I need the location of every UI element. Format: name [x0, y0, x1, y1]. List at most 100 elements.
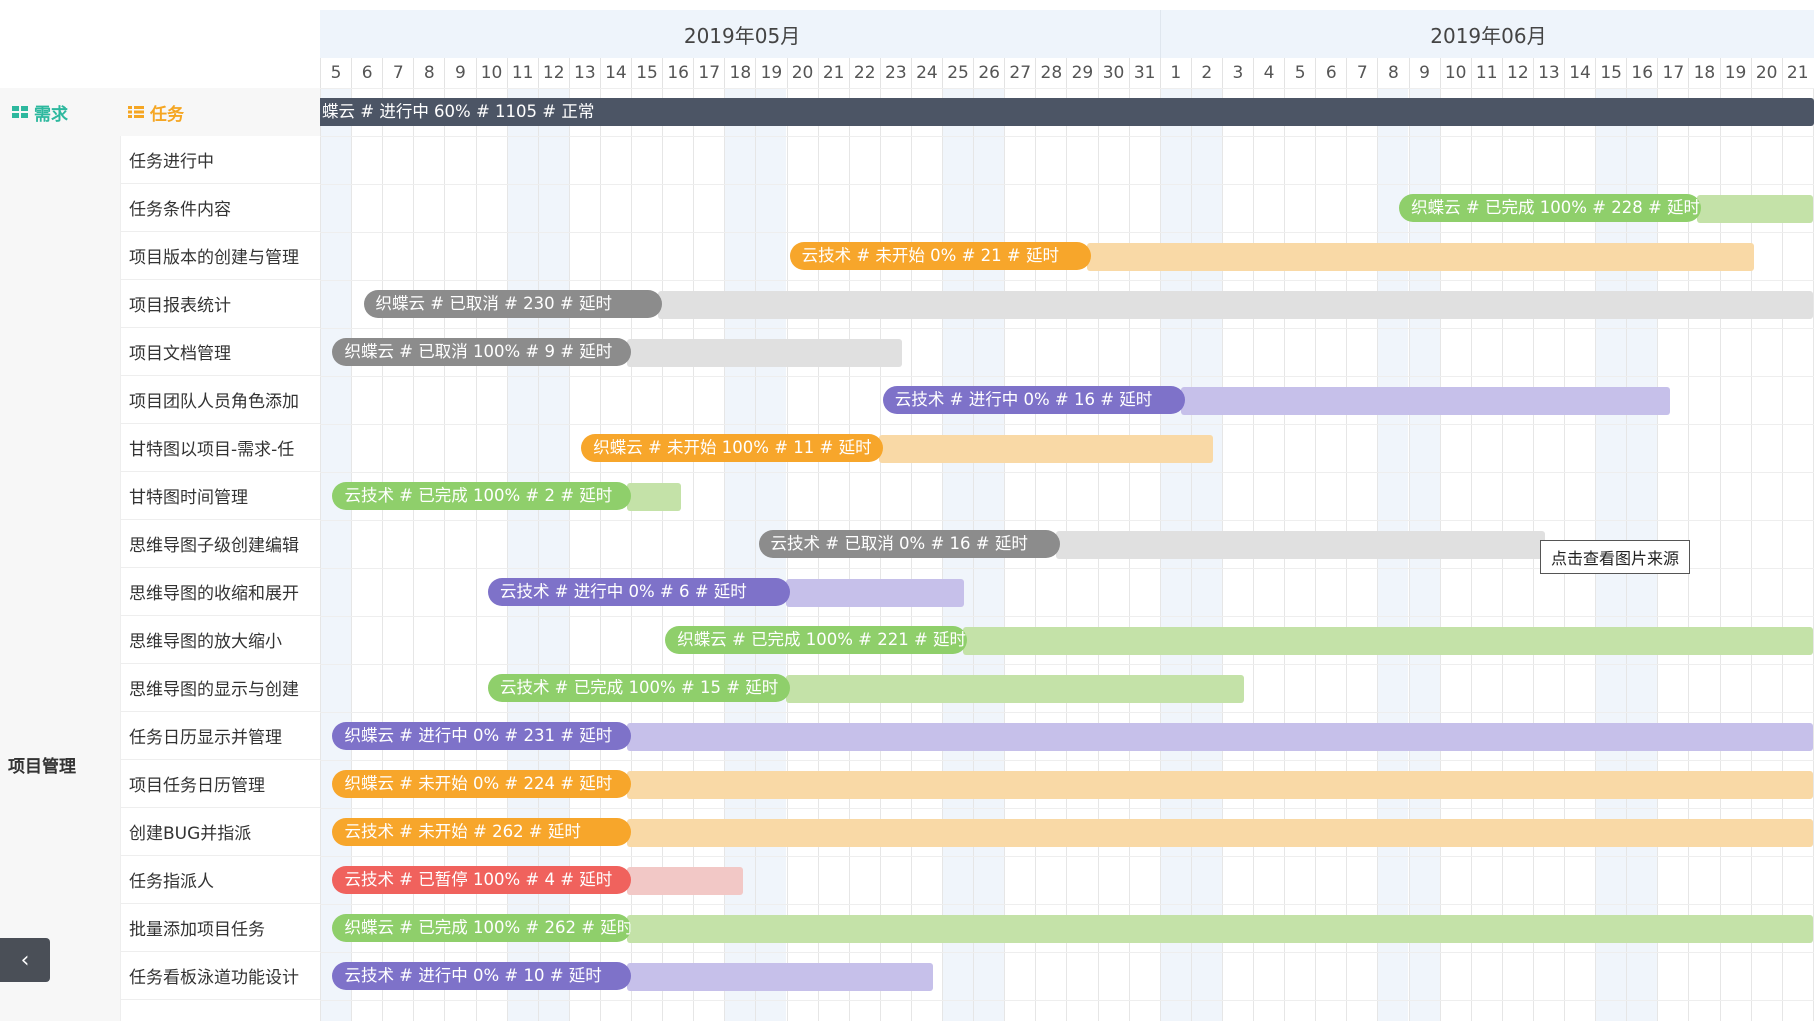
requirement-column-header[interactable]: 需求 — [0, 88, 120, 136]
task-name: 任务看板泳道功能设计 — [129, 968, 299, 988]
collapse-panel-button[interactable]: ‹ — [0, 938, 50, 982]
task-row[interactable]: 任务看板泳道功能设计 — [121, 952, 321, 1000]
day-label: 15 — [631, 58, 662, 88]
task-row[interactable]: 项目报表统计 — [121, 280, 321, 328]
gantt-app: 需求 任务 项目管理 任务进行中任务条件内容 项目版本的创建与管理项目报表统计项目… — [0, 0, 1814, 1021]
task-row[interactable]: 项目任务日历管理 — [121, 760, 321, 808]
task-row[interactable]: 思维导图的收缩和展开 — [121, 568, 321, 616]
day-label: 19 — [755, 58, 786, 88]
task-bar-label[interactable]: 织蝶云 # 已取消 # 230 # 延时 — [363, 290, 663, 318]
task-row[interactable]: 项目版本的创建与管理 — [121, 232, 321, 280]
grid-hline — [320, 1000, 1814, 1001]
task-bar-duration[interactable] — [627, 483, 681, 511]
task-header-label: 任务 — [150, 104, 184, 125]
grid-hline — [320, 664, 1814, 665]
task-bar-label[interactable]: 云技术 # 进行中 0% # 10 # 延时 — [332, 962, 631, 990]
task-bar-label[interactable]: 云技术 # 已暂停 100% # 4 # 延时 — [332, 866, 631, 894]
task-bar-label[interactable]: 织蝶云 # 已完成 100% # 221 # 延时 — [665, 626, 967, 654]
task-bar-duration[interactable] — [1056, 531, 1546, 559]
day-label: 12 — [1501, 58, 1533, 88]
task-bar-label[interactable]: 织蝶云 # 进行中 0% # 231 # 延时 — [332, 722, 631, 750]
task-name: 批量添加项目任务 — [129, 920, 265, 940]
task-name: 任务进行中 — [129, 152, 214, 172]
grid-hline — [320, 952, 1814, 953]
task-bar-label[interactable]: 织蝶云 # 未开始 0% # 224 # 延时 — [332, 770, 631, 798]
task-bar-duration[interactable] — [962, 627, 1813, 655]
task-row[interactable]: 思维导图的显示与创建 — [121, 664, 321, 712]
task-row[interactable]: 项目文档管理 — [121, 328, 321, 376]
task-bar-duration[interactable] — [785, 579, 964, 607]
grid-hline — [320, 88, 1814, 89]
task-row[interactable]: 甘特图以项目-需求-任 — [121, 424, 321, 472]
day-label: 18 — [724, 58, 755, 88]
task-row[interactable]: 项目团队人员角色添加 — [121, 376, 321, 424]
task-bar-label[interactable]: 云技术 # 已完成 100% # 15 # 延时 — [487, 674, 790, 702]
task-bar-duration[interactable] — [878, 435, 1213, 463]
day-label: 9 — [444, 58, 475, 88]
task-list: 任务进行中任务条件内容 项目版本的创建与管理项目报表统计项目文档管理 项目团队人员角… — [120, 136, 321, 1021]
grid-hline — [320, 712, 1814, 713]
image-source-tooltip[interactable]: 点击查看图片来源 — [1540, 540, 1691, 574]
task-bar-label[interactable]: 织蝶云 # 未开始 100% # 11 # 延时 — [581, 434, 883, 462]
task-row[interactable]: 创建BUG并指派 — [121, 808, 321, 856]
task-bar-duration[interactable] — [627, 915, 1813, 943]
task-row[interactable]: 任务指派人 — [121, 856, 321, 904]
day-label: 7 — [1346, 58, 1377, 88]
task-bar-label[interactable]: 织蝶云 # 已完成 100% # 262 # 延时 — [332, 914, 631, 942]
task-row[interactable]: 批量添加项目任务 — [121, 904, 321, 952]
list-icon — [128, 106, 144, 118]
task-bar-label[interactable]: 云技术 # 未开始 # 262 # 延时 — [332, 818, 631, 846]
month-label: 2019年06月 — [1430, 24, 1547, 48]
month-header: 2019年05月 2019年06月 — [320, 10, 1814, 58]
day-label: 1 — [1159, 58, 1191, 88]
day-label: 30 — [1097, 58, 1129, 88]
task-name: 思维导图的收缩和展开 — [129, 584, 299, 604]
summary-bar[interactable]: 蝶云 # 进行中 60% # 1105 # 正常 — [320, 98, 1814, 126]
task-bar-label[interactable]: 云技术 # 进行中 0% # 6 # 延时 — [487, 578, 790, 606]
task-bar-duration[interactable] — [627, 723, 1813, 751]
task-bar-duration[interactable] — [1696, 195, 1813, 223]
day-label: 28 — [1035, 58, 1066, 88]
task-bar-label[interactable]: 织蝶云 # 已完成 100% # 228 # 延时 — [1399, 194, 1701, 222]
task-name: 思维导图子级创建编辑 — [129, 536, 299, 556]
task-name: 项目报表统计 — [129, 296, 231, 316]
grid-vline — [755, 88, 757, 1021]
task-bar-label[interactable]: 云技术 # 已完成 100% # 2 # 延时 — [332, 482, 631, 510]
task-bar-duration[interactable] — [1087, 243, 1754, 271]
task-name: 甘特图以项目-需求-任 — [129, 440, 295, 460]
grid-hline — [320, 136, 1814, 137]
day-label: 13 — [568, 58, 600, 88]
gantt-timeline: 2019年05月 2019年06月 5 6 7 8 9 10 11 12 13 14 15 16 17 18… — [320, 0, 1814, 1021]
task-row[interactable]: 思维导图的放大缩小 — [121, 616, 321, 664]
day-label: 16 — [662, 58, 693, 88]
grid-hline — [320, 280, 1814, 281]
task-column-header[interactable]: 任务 — [120, 88, 320, 136]
task-row[interactable]: 思维导图子级创建编辑 — [121, 520, 321, 568]
task-row[interactable]: 任务条件内容 — [121, 184, 321, 232]
task-bar-duration[interactable] — [658, 291, 1813, 319]
day-label: 13 — [1532, 58, 1564, 88]
task-bar-duration[interactable] — [1180, 387, 1670, 415]
grid-hline — [320, 184, 1814, 185]
task-bar-duration[interactable] — [627, 771, 1813, 799]
grid-vline — [1719, 88, 1721, 1021]
task-bar-label[interactable]: 云技术 # 进行中 0% # 16 # 延时 — [882, 386, 1185, 414]
task-name: 甘特图时间管理 — [129, 488, 248, 508]
task-bar-label[interactable]: 云技术 # 已取消 0% # 16 # 延时 — [758, 530, 1061, 558]
day-label: 10 — [475, 58, 507, 88]
day-label: 5 — [320, 58, 351, 88]
header-corner — [0, 0, 320, 89]
task-bar-label[interactable]: 织蝶云 # 已取消 100% # 9 # 延时 — [332, 338, 631, 366]
task-bar-label[interactable]: 云技术 # 未开始 0% # 21 # 延时 — [789, 242, 1092, 270]
task-row[interactable]: 任务进行中 — [121, 136, 321, 184]
task-bar-duration[interactable] — [627, 819, 1813, 847]
task-bar-duration[interactable] — [785, 675, 1244, 703]
day-label: 23 — [879, 58, 911, 88]
task-row[interactable]: 任务日历显示并管理 — [121, 712, 321, 760]
task-bar-duration[interactable] — [627, 963, 933, 991]
day-label: 26 — [973, 58, 1004, 88]
task-bar-duration[interactable] — [627, 867, 743, 895]
task-row[interactable]: 甘特图时间管理 — [121, 472, 321, 520]
task-bar-duration[interactable] — [627, 339, 902, 367]
requirement-group-label[interactable]: 项目管理 — [8, 752, 76, 777]
